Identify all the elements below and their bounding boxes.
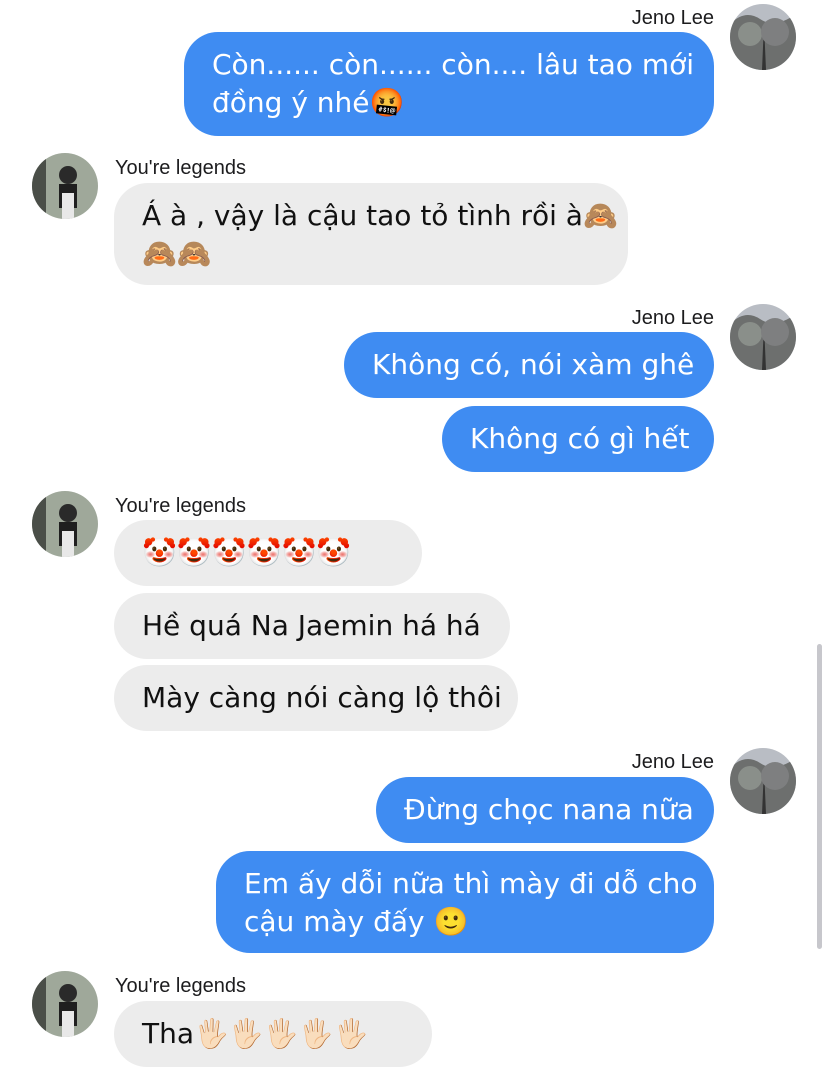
message-text: cậu mày đấy 🙂 bbox=[244, 905, 469, 938]
message-bubble[interactable]: Mày càng nói càng lộ thôi bbox=[114, 665, 518, 731]
sender-name-legends: You're legends bbox=[115, 975, 246, 997]
message-bubble[interactable]: 🤡🤡🤡🤡🤡🤡 bbox=[114, 520, 422, 586]
message-text: 🙈🙈 bbox=[142, 237, 212, 270]
message-bubble[interactable]: Không có gì hết bbox=[442, 406, 714, 472]
message-text: Còn...... còn...... còn.... lâu tao mới bbox=[212, 48, 695, 81]
message-text: 🤡🤡🤡🤡🤡🤡 bbox=[142, 536, 352, 569]
message-bubble[interactable]: Đừng chọc nana nữa bbox=[376, 777, 714, 843]
message-bubble[interactable]: Hề quá Na Jaemin há há bbox=[114, 593, 510, 659]
message-text: Mày càng nói càng lộ thôi bbox=[142, 681, 502, 714]
sender-name-jeno: Jeno Lee bbox=[631, 751, 714, 773]
message-text: Hề quá Na Jaemin há há bbox=[142, 609, 481, 642]
message-text: Đừng chọc nana nữa bbox=[404, 793, 694, 826]
sender-name-jeno: Jeno Lee bbox=[631, 307, 714, 329]
message-bubble[interactable]: Á à , vậy là cậu tao tỏ tình rồi à🙈 🙈🙈 bbox=[114, 183, 628, 285]
message-bubble[interactable]: Tha🖐🏻🖐🏻🖐🏻🖐🏻🖐🏻 bbox=[114, 1001, 432, 1067]
message-bubble[interactable]: Em ấy dỗi nữa thì mày đi dỗ cho cậu mày … bbox=[216, 851, 714, 953]
message-text: Không có gì hết bbox=[470, 422, 690, 455]
message-text: Á à , vậy là cậu tao tỏ tình rồi à🙈 bbox=[142, 199, 618, 232]
message-text: đồng ý nhé🤬 bbox=[212, 86, 405, 119]
avatar-jeno[interactable] bbox=[730, 4, 796, 70]
message-bubble[interactable]: Còn...... còn...... còn.... lâu tao mới … bbox=[184, 32, 714, 136]
avatar-legends[interactable] bbox=[32, 971, 98, 1037]
avatar-legends[interactable] bbox=[32, 491, 98, 557]
scrollbar[interactable] bbox=[817, 644, 822, 949]
message-text: Em ấy dỗi nữa thì mày đi dỗ cho bbox=[244, 867, 698, 900]
message-text: Không có, nói xàm ghê bbox=[372, 348, 695, 381]
sender-name-legends: You're legends bbox=[115, 495, 246, 517]
avatar-jeno[interactable] bbox=[730, 748, 796, 814]
sender-name-legends: You're legends bbox=[115, 157, 246, 179]
avatar-legends[interactable] bbox=[32, 153, 98, 219]
message-bubble[interactable]: Không có, nói xàm ghê bbox=[344, 332, 714, 398]
sender-name-jeno: Jeno Lee bbox=[631, 7, 714, 29]
avatar-jeno[interactable] bbox=[730, 304, 796, 370]
message-text: Tha🖐🏻🖐🏻🖐🏻🖐🏻🖐🏻 bbox=[142, 1017, 369, 1050]
